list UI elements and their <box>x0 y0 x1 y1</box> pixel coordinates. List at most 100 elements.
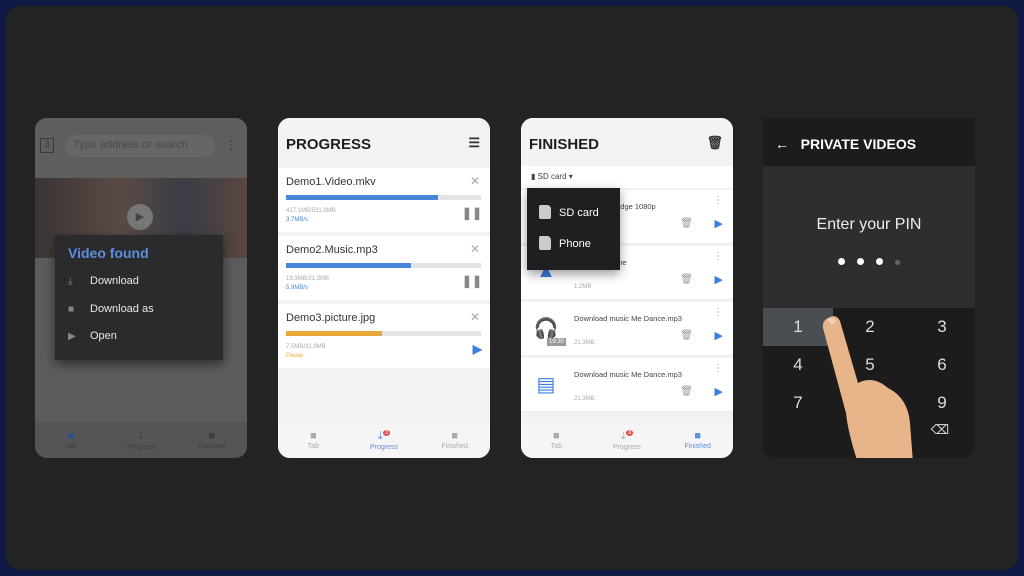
page-title: FINISHED 🗑 <box>521 118 733 166</box>
nav-tab[interactable]: ■ Tab <box>283 430 343 450</box>
folder-icon: ■ <box>208 430 215 442</box>
more-icon[interactable]: ⋮ <box>713 195 723 206</box>
trash-icon[interactable]: 🗑 <box>680 274 693 285</box>
play-icon[interactable]: ▶ <box>715 217 723 230</box>
nav-label: Finished <box>198 443 225 450</box>
hand-pointer-image <box>822 316 913 458</box>
play-icon[interactable]: ▶ <box>715 385 723 398</box>
play-icon[interactable]: ▶ <box>127 204 153 230</box>
download-item[interactable]: Demo1.Video.mkv ✕ 417.1MB/531.9MB 3.7MB/… <box>278 168 490 232</box>
pin-panel: Enter your PIN <box>763 166 975 308</box>
close-icon[interactable]: ✕ <box>470 242 480 256</box>
play-icon[interactable]: ▶ <box>715 273 723 286</box>
folder-icon: ■ <box>694 430 701 442</box>
more-icon[interactable]: ⋮ <box>225 138 237 152</box>
popup-item-label: Download as <box>90 303 154 315</box>
delete-all-icon[interactable]: 🗑 <box>706 135 723 151</box>
more-icon[interactable]: ⋮ <box>713 251 723 262</box>
dropdown-label: SD card <box>559 207 599 219</box>
page-title: PROGRESS ☰ <box>278 118 490 166</box>
nav-progress[interactable]: ⤓ 3 Progress <box>597 430 657 451</box>
download-status: Pause <box>286 353 304 359</box>
pin-dot <box>876 258 883 265</box>
file-size: 1.2MB <box>574 284 592 290</box>
pin-dots <box>763 252 975 270</box>
popup-item-download-as[interactable]: ■ Download as <box>68 303 154 315</box>
file-size: 417.1MB/531.9MB <box>286 208 336 214</box>
dropdown-item-phone[interactable]: Phone <box>539 236 591 250</box>
storage-label: SD card <box>537 172 567 181</box>
document-icon: ▤ <box>536 374 556 396</box>
close-icon[interactable]: ✕ <box>470 174 480 188</box>
title-text: PROGRESS <box>286 136 372 153</box>
progress-bar <box>286 263 481 268</box>
file-name: Download music Me Dance.mp3 <box>574 314 682 323</box>
nav-progress[interactable]: ⤓ 3 Progress <box>354 430 414 451</box>
finished-item[interactable]: 🎧 19:30 Download music Me Dance.mp3 21.3… <box>521 302 733 356</box>
download-icon: ⤓ <box>138 429 144 442</box>
nav-label: Tab <box>550 443 562 450</box>
bottom-nav: ■ Tab ⤓ 3 Progress ■ Finished <box>278 422 490 458</box>
list-icon[interactable]: ☰ <box>468 135 480 151</box>
trash-icon[interactable]: 🗑 <box>680 218 693 229</box>
file-name: Download music Me Dance.mp3 <box>574 370 682 379</box>
download-item[interactable]: Demo2.Music.mp3 ✕ 19.3MB/21.3MB 5.9MB/s … <box>278 236 490 300</box>
trash-icon[interactable]: 🗑 <box>680 330 693 341</box>
pause-icon[interactable]: ❚❚ <box>462 206 482 220</box>
pause-icon[interactable]: ❚❚ <box>462 274 482 288</box>
download-item[interactable]: Demo3.picture.jpg ✕ 7.5MB/31.9MB Pause ▶ <box>278 304 490 368</box>
popup-item-label: Open <box>90 330 117 342</box>
tab-icon: ■ <box>310 430 317 442</box>
nav-progress[interactable]: ⤓ Progress <box>111 430 171 451</box>
more-icon[interactable]: ⋮ <box>713 363 723 374</box>
tab-icon: ■ <box>553 430 560 442</box>
dropdown-item-sd-card[interactable]: SD card <box>539 205 599 219</box>
popup-title: Video found <box>68 245 149 261</box>
download-status: 5.9MB/s <box>286 285 309 291</box>
play-icon: ▶ <box>68 331 76 342</box>
badge: 3 <box>382 429 391 436</box>
address-input[interactable]: Type address or search <box>65 135 215 157</box>
popup-item-open[interactable]: ▶ Open <box>68 330 117 342</box>
nav-label: Progress <box>126 443 155 451</box>
folder-icon: ■ <box>68 304 75 315</box>
nav-tab[interactable]: ■ Tab <box>526 430 586 450</box>
nav-finished[interactable]: ■ Finished <box>425 430 485 450</box>
progress-screen: PROGRESS ☰ Demo1.Video.mkv ✕ 417.1MB/531.… <box>278 118 490 458</box>
title-text: FINISHED <box>529 136 600 153</box>
finished-item[interactable]: ▤ Download music Me Dance.mp3 21.3MB ⋮ 🗑… <box>521 358 733 412</box>
play-icon[interactable]: ▶ <box>715 329 723 342</box>
download-icon: ⤓ 3 <box>377 429 391 442</box>
nav-finished[interactable]: ■ Finished <box>668 430 728 450</box>
file-name: Demo1.Video.mkv <box>286 176 376 188</box>
folder-icon: ■ <box>451 430 458 442</box>
nav-label: Progress <box>612 443 641 451</box>
close-icon[interactable]: ✕ <box>470 310 480 324</box>
nav-label: Tab <box>64 443 76 450</box>
pin-dot <box>838 258 845 265</box>
popup-item-download[interactable]: ⤓ Download <box>68 275 139 287</box>
nav-label: Finished <box>684 443 711 450</box>
video-found-popup: Video found ⤓ Download ■ Download as ▶ Open <box>55 235 223 360</box>
back-arrow-icon[interactable]: ← <box>775 136 789 152</box>
storage-dropdown: SD card Phone <box>527 188 620 270</box>
bottom-nav: ■ Tab ⤓ 3 Progress ■ Finished <box>521 422 733 458</box>
download-icon: ⤓ <box>68 276 73 287</box>
progress-bar <box>286 331 481 336</box>
storage-selector[interactable]: ▮ SD card ▾ <box>521 166 733 188</box>
progress-bar <box>286 195 481 200</box>
dropdown-label: Phone <box>559 238 591 250</box>
nav-label: Finished <box>441 443 468 450</box>
pin-dot <box>895 260 900 265</box>
popup-item-label: Download <box>90 275 139 287</box>
nav-tab[interactable]: ■ Tab <box>40 430 100 450</box>
play-icon[interactable]: ▶ <box>473 342 482 356</box>
pin-dot <box>857 258 864 265</box>
file-name: Demo3.picture.jpg <box>286 312 376 324</box>
nav-finished[interactable]: ■ Finished <box>182 430 242 450</box>
file-size: 7.5MB/31.9MB <box>286 344 326 350</box>
trash-icon[interactable]: 🗑 <box>680 386 693 397</box>
pin-prompt: Enter your PIN <box>816 216 922 233</box>
more-icon[interactable]: ⋮ <box>713 307 723 318</box>
tab-count-button[interactable]: 3 <box>40 138 54 153</box>
